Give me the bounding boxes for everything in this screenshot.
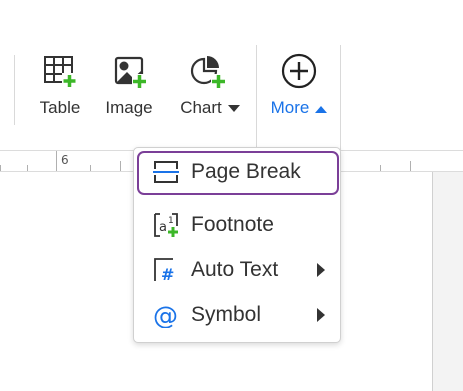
ruler-number: 6 bbox=[61, 153, 69, 167]
ruler-tick bbox=[27, 165, 28, 171]
table-label: Table bbox=[39, 98, 81, 117]
ruler-tick bbox=[0, 165, 1, 171]
page-margin-area bbox=[433, 172, 463, 391]
submenu-arrow-icon bbox=[317, 263, 325, 277]
more-dropdown-menu: Page Break a 1 Footnote # Auto Text @ Sy… bbox=[133, 147, 341, 343]
image-icon bbox=[114, 56, 148, 90]
ruler-tick bbox=[120, 161, 121, 171]
menu-item-label: Page Break bbox=[191, 160, 301, 183]
chart-label-text: Chart bbox=[180, 98, 222, 117]
table-button[interactable]: Table bbox=[38, 52, 82, 118]
more-label: More bbox=[264, 98, 334, 118]
chart-label: Chart bbox=[174, 98, 246, 118]
toolbar-divider bbox=[340, 45, 341, 150]
auto-text-icon: # bbox=[154, 258, 174, 283]
pie-chart-icon bbox=[190, 56, 227, 90]
submenu-arrow-icon bbox=[317, 308, 325, 322]
toolbar-divider bbox=[256, 45, 257, 150]
insert-toolbar: Table Image Chart More bbox=[0, 0, 463, 150]
more-label-text: More bbox=[270, 98, 310, 117]
menu-item-label: Footnote bbox=[191, 213, 274, 236]
ruler-tick bbox=[380, 165, 381, 171]
footnote-icon: a 1 bbox=[154, 213, 178, 237]
svg-text:#: # bbox=[161, 265, 174, 283]
ruler-tick bbox=[56, 151, 57, 171]
chart-button[interactable]: Chart bbox=[174, 52, 246, 118]
ruler-tick bbox=[410, 161, 411, 171]
menu-item-label: Auto Text bbox=[191, 258, 279, 281]
ruler-tick bbox=[90, 165, 91, 171]
menu-item-page-break[interactable]: Page Break bbox=[137, 151, 339, 195]
svg-text:1: 1 bbox=[168, 216, 174, 226]
menu-item-symbol[interactable]: @ Symbol bbox=[137, 294, 339, 334]
menu-item-auto-text[interactable]: # Auto Text bbox=[137, 249, 339, 289]
caret-up-icon bbox=[315, 105, 328, 113]
menu-item-label: Symbol bbox=[191, 303, 262, 326]
caret-down-icon bbox=[227, 104, 240, 112]
at-symbol-icon: @ bbox=[153, 302, 178, 328]
page-break-icon bbox=[153, 161, 179, 183]
image-button[interactable]: Image bbox=[104, 52, 154, 118]
image-label: Image bbox=[105, 98, 153, 117]
toolbar-divider bbox=[14, 55, 15, 125]
table-icon bbox=[44, 56, 77, 88]
menu-item-footnote[interactable]: a 1 Footnote bbox=[137, 204, 339, 244]
plus-circle-icon bbox=[281, 53, 317, 89]
svg-text:a: a bbox=[159, 220, 167, 235]
more-button[interactable]: More bbox=[264, 52, 334, 118]
svg-text:@: @ bbox=[153, 302, 178, 328]
